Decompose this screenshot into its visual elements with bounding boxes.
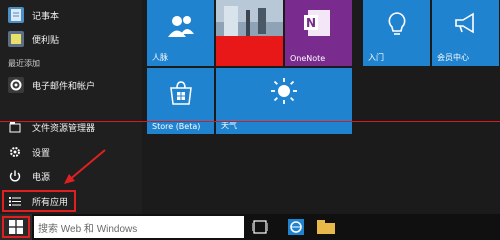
recently-added-heading: 最近添加 — [8, 59, 40, 68]
power-item[interactable]: 电源 — [8, 167, 50, 185]
tile-get-started[interactable]: 入门 — [363, 0, 430, 66]
tile-weather[interactable]: 天气 — [216, 68, 352, 134]
settings-item[interactable]: 设置 — [8, 143, 50, 161]
tile-label: Store (Beta) — [152, 122, 201, 131]
tile-store[interactable]: Store (Beta) — [147, 68, 214, 134]
start-button[interactable] — [0, 214, 32, 240]
store-icon — [170, 81, 192, 105]
svg-text:N: N — [306, 16, 316, 30]
annotation-arrow — [64, 149, 106, 184]
task-view-icon — [252, 220, 268, 234]
settings-label: 设置 — [32, 148, 51, 159]
onenote-icon: N — [304, 10, 330, 36]
megaphone-icon — [455, 12, 474, 34]
photo-tile-image — [216, 0, 283, 66]
start-menu-left-pane: 记事本 便利贴 最近添加 电子邮件和帐户 文件资源管理器 设置 电源 所有应用 — [0, 0, 142, 214]
people-icon — [168, 16, 194, 37]
notepad-icon — [8, 7, 24, 23]
folder-icon — [8, 120, 22, 134]
folder-icon — [317, 220, 335, 234]
tile-label: OneNote — [290, 54, 326, 63]
tile-label: 入门 — [368, 53, 384, 62]
start-button-highlight-box — [2, 216, 30, 238]
tile-onenote[interactable]: N OneNote — [285, 0, 352, 66]
tile-label: 会员中心 — [437, 53, 469, 62]
app-item-notepad[interactable]: 记事本 — [8, 4, 59, 26]
tile-photo[interactable] — [216, 0, 283, 66]
tile-people[interactable]: 人脉 — [147, 0, 214, 66]
settings-gear-icon — [8, 145, 22, 159]
taskbar: 搜索 Web 和 Windows — [0, 214, 500, 240]
file-explorer-button[interactable] — [316, 217, 336, 237]
app-label: 记事本 — [32, 11, 60, 22]
power-label: 电源 — [32, 172, 51, 183]
annotation-divider-line — [0, 121, 500, 122]
gear-icon — [8, 77, 24, 93]
search-placeholder: 搜索 Web 和 Windows — [38, 223, 138, 235]
task-view-button[interactable] — [250, 217, 270, 237]
sun-icon — [271, 78, 297, 104]
all-apps-highlight-box — [2, 190, 76, 212]
tile-label: 人脉 — [152, 53, 168, 62]
app-label: 电子邮件和帐户 — [32, 81, 96, 92]
lightbulb-icon — [388, 12, 406, 35]
search-box[interactable]: 搜索 Web 和 Windows — [34, 216, 244, 238]
app-item-mail-accounts[interactable]: 电子邮件和帐户 — [8, 74, 95, 96]
app-label: 便利贴 — [32, 35, 60, 46]
browser-icon — [288, 219, 304, 235]
power-icon — [8, 169, 22, 183]
start-menu-tiles: 人脉 N OneNote Store (Beta) 天气 入门 会员中心 — [142, 0, 500, 214]
ie-browser-button[interactable] — [286, 217, 306, 237]
app-item-sticky-notes[interactable]: 便利贴 — [8, 28, 59, 50]
file-explorer-label: 文件资源管理器 — [32, 123, 96, 134]
sticky-notes-icon — [8, 31, 24, 47]
tile-member-center[interactable]: 会员中心 — [432, 0, 499, 66]
